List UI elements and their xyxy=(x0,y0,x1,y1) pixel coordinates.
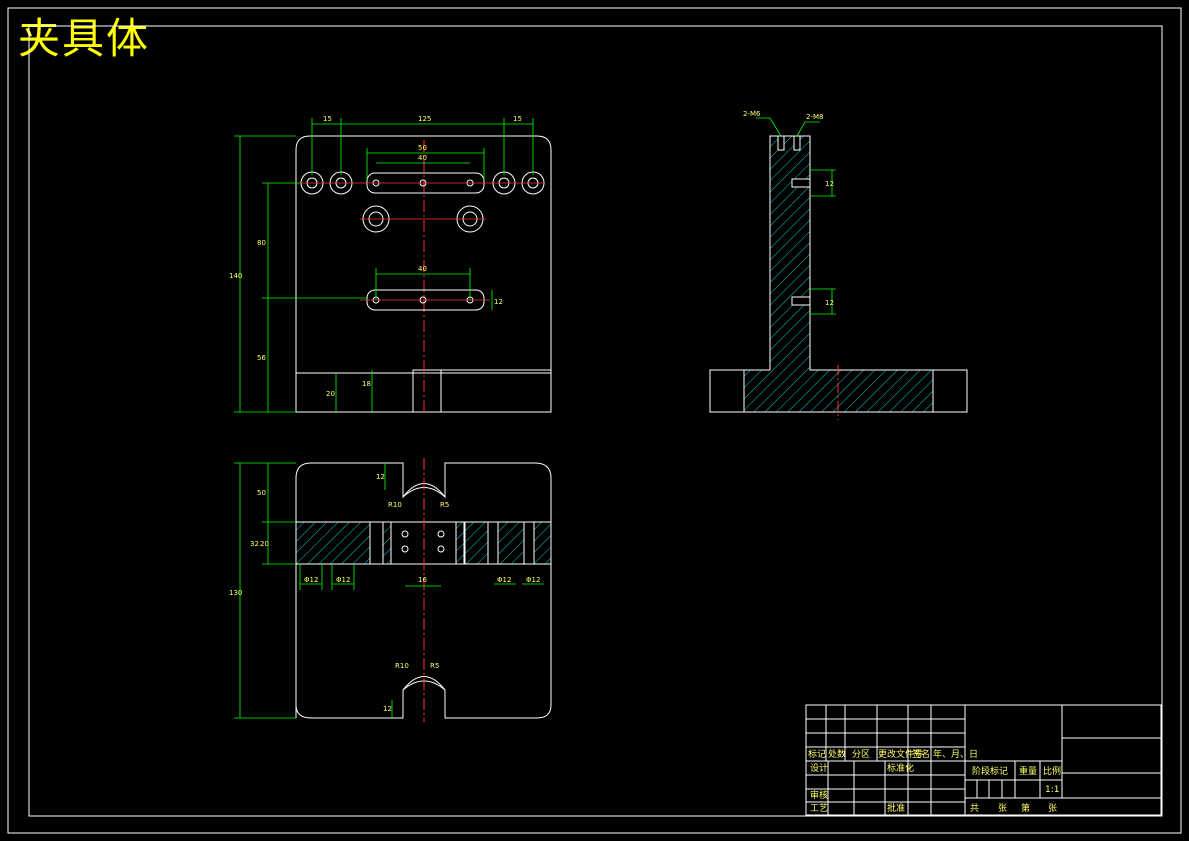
tb-design: 设计 xyxy=(810,762,828,774)
dim-plan-total-height: 130 xyxy=(229,589,242,597)
dim-front-height-lower: 56 xyxy=(257,354,266,362)
dim-front-slot-inner: 40 xyxy=(418,154,427,162)
inner-frame xyxy=(28,25,1163,817)
tb-review: 审核 xyxy=(810,789,828,801)
dim-plan-band: 32 xyxy=(250,540,259,548)
dim-side-lower-slot: 12 xyxy=(825,299,834,307)
tb-sheet-zhang: 张 xyxy=(998,803,1007,814)
tb-weight: 重量 xyxy=(1019,765,1037,777)
dim-front-top-right: 15 xyxy=(513,115,522,123)
dim-front-height-upper: 80 xyxy=(257,239,266,247)
tb-scale: 比例 xyxy=(1043,765,1061,777)
dim-front-top-left: 15 xyxy=(323,115,332,123)
cad-drawing-canvas: 15 125 15 50 40 40 140 80 56 20 18 12 2-… xyxy=(7,7,1182,834)
dim-plan-hole-spacing: 16 xyxy=(418,576,427,584)
tb-process: 工艺 xyxy=(810,803,828,814)
tb-standardization: 标准化 xyxy=(887,762,914,774)
dim-front-slot-depth: 18 xyxy=(362,380,371,388)
front-view: 15 125 15 50 40 40 140 80 56 20 18 12 xyxy=(229,115,552,415)
dim-plan-band-inner: 20 xyxy=(260,540,269,548)
dim-plan-radius-bottom-left: R10 xyxy=(395,662,409,670)
dim-plan-radius-top-right: R5 xyxy=(440,501,449,509)
dim-side-upper-slot: 12 xyxy=(825,180,834,188)
dim-plan-slot-top: 12 xyxy=(376,473,385,481)
dim-plan-radius-top-left: R10 xyxy=(388,501,402,509)
dim-front-slot-outer: 50 xyxy=(418,144,427,152)
tb-date: 年、月、日 xyxy=(933,748,978,760)
tb-zone: 分区 xyxy=(852,749,870,760)
dim-plan-dia-1: Φ12 xyxy=(304,576,318,584)
tb-stage-mark: 阶段标记 xyxy=(972,765,1008,777)
dim-plan-upper: 50 xyxy=(257,489,266,497)
tb-count: 处数 xyxy=(828,748,846,760)
dim-plan-dia-4: Φ12 xyxy=(526,576,540,584)
tb-approve: 批准 xyxy=(887,802,905,814)
dim-side-thread-a: 2-M6 xyxy=(743,110,761,118)
dim-front-lower-slot: 40 xyxy=(418,265,427,273)
dim-plan-slot-bottom: 12 xyxy=(383,705,392,713)
dim-plan-dia-3: Φ12 xyxy=(497,576,511,584)
tb-sheet-total: 共 xyxy=(970,803,979,814)
title-block: 标记 处数 分区 更改文件号 签名 年、月、日 设计 标准化 审核 工艺 批准 … xyxy=(805,704,1162,816)
outer-frame xyxy=(7,7,1182,834)
tb-sheet-no: 第 xyxy=(1021,802,1030,814)
plan-view: 130 50 32 20 12 12 Φ12 Φ12 16 Φ12 Φ12 R1… xyxy=(229,458,552,722)
dim-front-top-mid: 125 xyxy=(418,115,431,123)
dim-front-height-total: 140 xyxy=(229,272,242,280)
dim-plan-dia-2: Φ12 xyxy=(336,576,350,584)
dim-front-base: 20 xyxy=(326,390,335,398)
side-view: 2-M6 2-M8 12 12 xyxy=(709,110,968,420)
dim-side-thread-b: 2-M8 xyxy=(806,113,823,121)
dim-plan-radius-bottom-right: R5 xyxy=(430,662,439,670)
tb-scale-value: 1:1 xyxy=(1045,785,1059,795)
tb-sheet-zhang-2: 张 xyxy=(1048,803,1057,814)
dim-front-slot-width: 12 xyxy=(494,298,503,306)
tb-signature: 签名 xyxy=(912,748,930,760)
tb-mark: 标记 xyxy=(808,748,826,760)
